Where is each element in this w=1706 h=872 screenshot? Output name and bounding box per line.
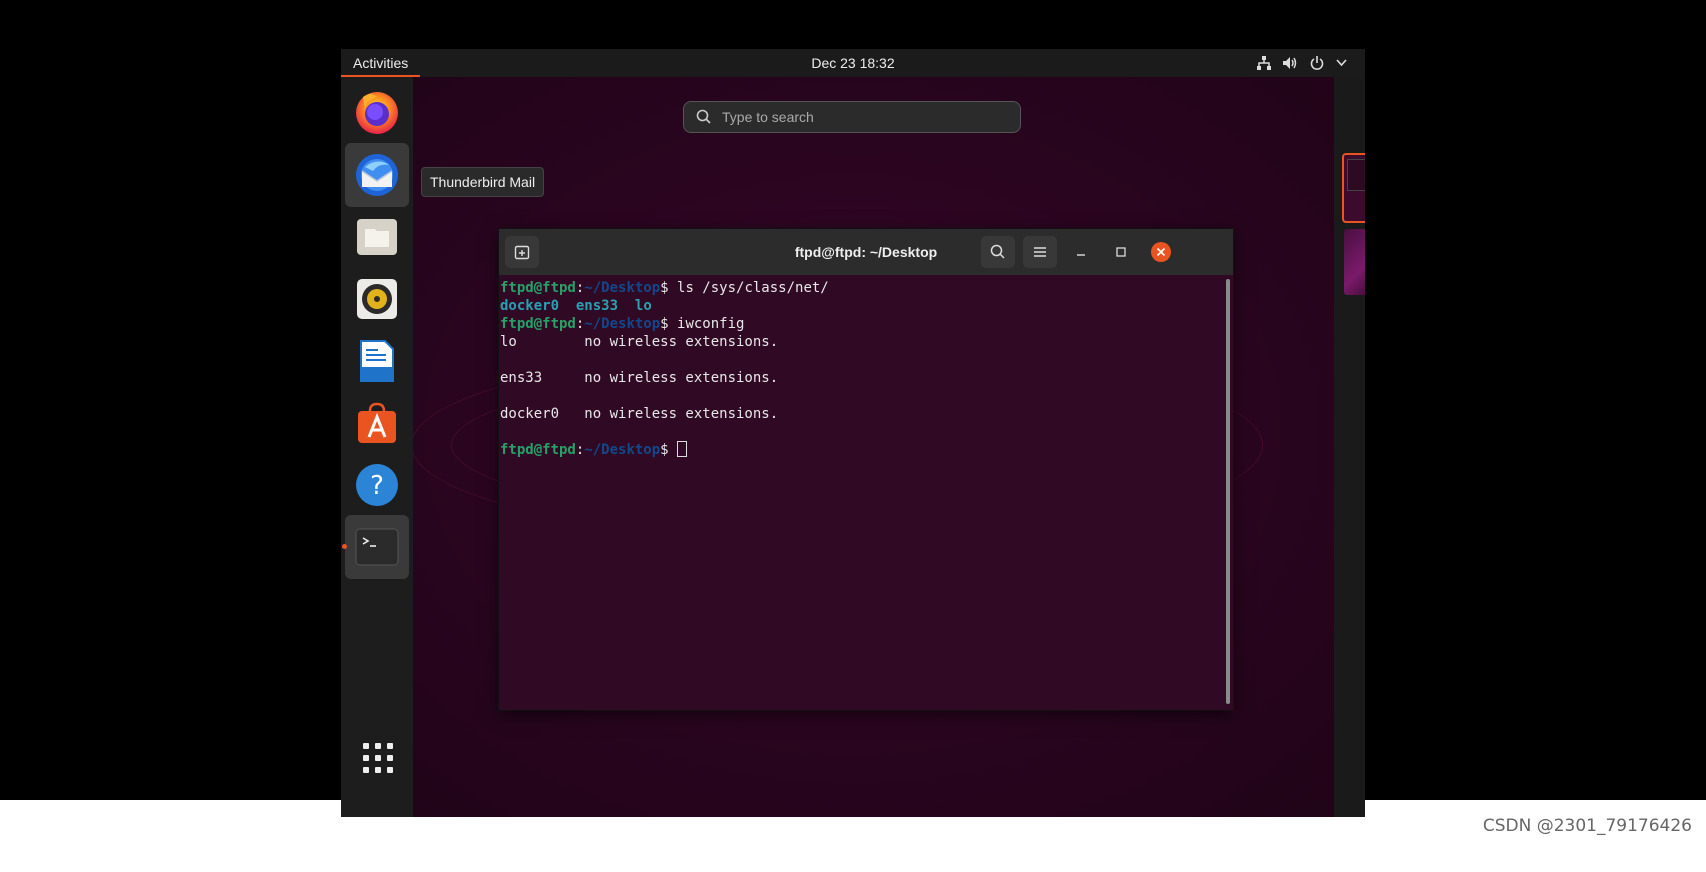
dock-item-terminal[interactable] — [342, 515, 409, 579]
terminal-line: ftpd@ftpd:~/Desktop$ iwconfig — [500, 316, 745, 332]
rhythmbox-icon — [357, 279, 397, 319]
svg-text:?: ? — [370, 471, 384, 501]
terminal-output[interactable]: ftpd@ftpd:~/Desktop$ ls /sys/class/net/ … — [500, 275, 1221, 710]
prompt-user: ftpd@ftpd — [500, 442, 576, 458]
terminal-line: lo no wireless extensions. — [500, 334, 779, 350]
network-icon[interactable] — [1257, 56, 1271, 70]
terminal-line: docker0 ens33 lo — [500, 297, 1221, 315]
search-input[interactable]: Type to search — [683, 101, 1021, 133]
minimize-icon — [1077, 254, 1085, 256]
close-button[interactable] — [1151, 242, 1171, 262]
chevron-down-icon[interactable] — [1336, 59, 1347, 67]
terminal-title: ftpd@ftpd: ~/Desktop — [794, 244, 938, 260]
workspace-panel — [1334, 77, 1365, 817]
text-cursor — [677, 441, 688, 457]
command-text: ls /sys/class/net/ — [677, 280, 829, 296]
workspace-thumbnail-2[interactable] — [1344, 229, 1365, 295]
system-tray[interactable] — [1257, 49, 1347, 77]
activities-button[interactable]: Activities — [341, 49, 421, 77]
maximize-icon — [1116, 247, 1126, 257]
prompt-path: ~/Desktop — [584, 442, 661, 458]
terminal-line: ens33 no wireless extensions. — [500, 370, 779, 386]
thunderbird-icon — [356, 154, 398, 196]
terminal-line: ftpd@ftpd:~/Desktop$ — [500, 441, 1221, 459]
minimize-button[interactable] — [1071, 242, 1091, 262]
help-icon: ? — [356, 464, 398, 506]
running-indicator — [342, 544, 347, 549]
new-tab-icon — [514, 245, 530, 260]
terminal-icon — [355, 528, 399, 566]
volume-icon[interactable] — [1283, 56, 1298, 70]
ubuntu-software-icon — [358, 402, 396, 443]
power-icon[interactable] — [1310, 56, 1324, 70]
command-text: iwconfig — [677, 316, 745, 332]
terminal-window[interactable]: ftpd@ftpd: ~/Desktop ftpd@ftpd:~/Desktop… — [499, 229, 1233, 710]
files-icon — [357, 219, 397, 255]
dock-item-firefox[interactable] — [345, 79, 409, 143]
dock-item-rhythmbox[interactable] — [345, 267, 409, 331]
prompt-path: ~/Desktop — [584, 280, 661, 296]
ls-entry: lo — [634, 298, 652, 314]
clock-label[interactable]: Dec 23 18:32 — [811, 55, 894, 71]
firefox-icon — [356, 92, 398, 134]
terminal-menu-button[interactable] — [1023, 236, 1057, 268]
show-applications-button[interactable] — [361, 741, 395, 775]
dock-item-help[interactable]: ? — [345, 453, 409, 517]
dock-tooltip: Thunderbird Mail — [421, 167, 545, 197]
dock-item-thunderbird[interactable] — [345, 143, 409, 207]
terminal-scrollbar[interactable] — [1226, 279, 1230, 704]
ls-entry: docker0 — [500, 298, 560, 314]
terminal-line: docker0 no wireless extensions. — [500, 406, 779, 422]
dock-item-software[interactable] — [345, 391, 409, 455]
maximize-button[interactable] — [1111, 242, 1131, 262]
prompt-user: ftpd@ftpd — [500, 280, 576, 296]
libreoffice-writer-icon — [360, 340, 394, 382]
terminal-header[interactable]: ftpd@ftpd: ~/Desktop — [499, 229, 1233, 275]
hamburger-menu-icon — [1034, 247, 1046, 257]
new-tab-button[interactable] — [505, 236, 539, 268]
watermark: CSDN @2301_79176426 — [1482, 816, 1692, 836]
desktop-screen: Activities Dec 23 18:32 Type to search T… — [341, 49, 1365, 817]
search-icon — [696, 109, 711, 124]
close-icon — [1156, 247, 1166, 257]
dock-item-files[interactable] — [345, 205, 409, 269]
prompt-path: ~/Desktop — [584, 316, 661, 332]
ls-entry: ens33 — [575, 298, 619, 314]
terminal-line: ftpd@ftpd:~/Desktop$ ls /sys/class/net/ — [500, 280, 829, 296]
clock: Dec 23 18:32 — [341, 49, 1365, 77]
search-icon — [990, 244, 1005, 259]
top-bar: Activities Dec 23 18:32 — [341, 49, 1365, 77]
terminal-search-button[interactable] — [981, 236, 1015, 268]
prompt-user: ftpd@ftpd — [500, 316, 576, 332]
dock: ? — [341, 77, 413, 817]
dock-item-writer[interactable] — [345, 329, 409, 393]
workspace-thumbnail-1[interactable] — [1342, 153, 1365, 223]
search-placeholder: Type to search — [722, 109, 814, 125]
